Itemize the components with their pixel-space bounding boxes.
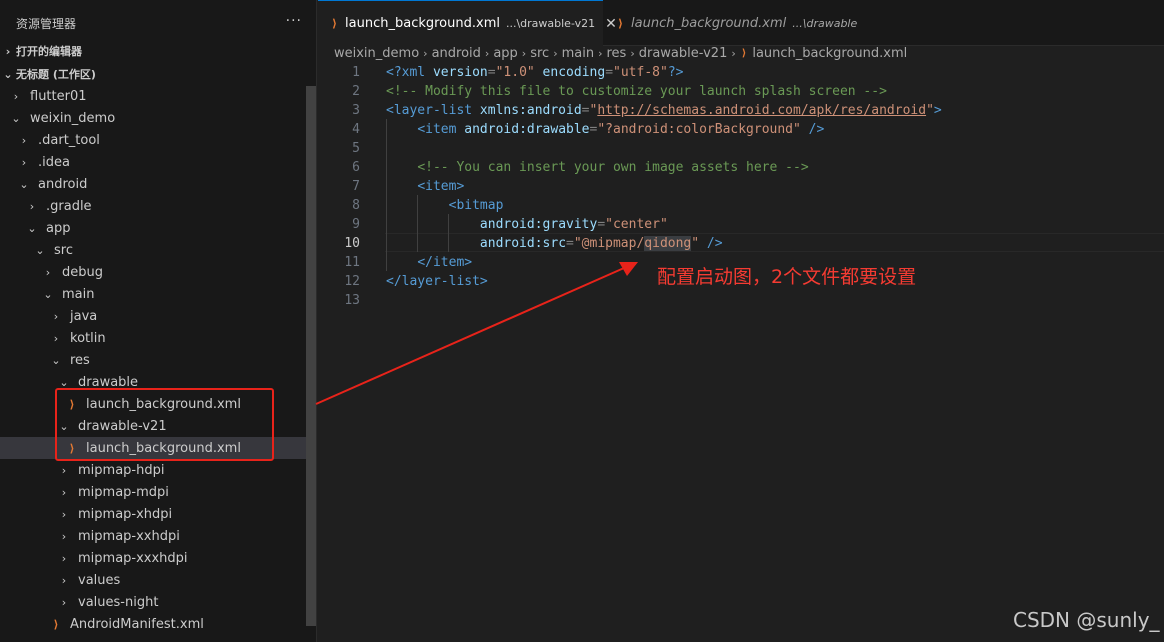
- watermark: CSDN @sunly_: [1013, 608, 1160, 632]
- annotation-arrow: [315, 262, 638, 405]
- annotation-text: 配置启动图，2个文件都要设置: [657, 266, 917, 288]
- arrow-line: [315, 267, 625, 405]
